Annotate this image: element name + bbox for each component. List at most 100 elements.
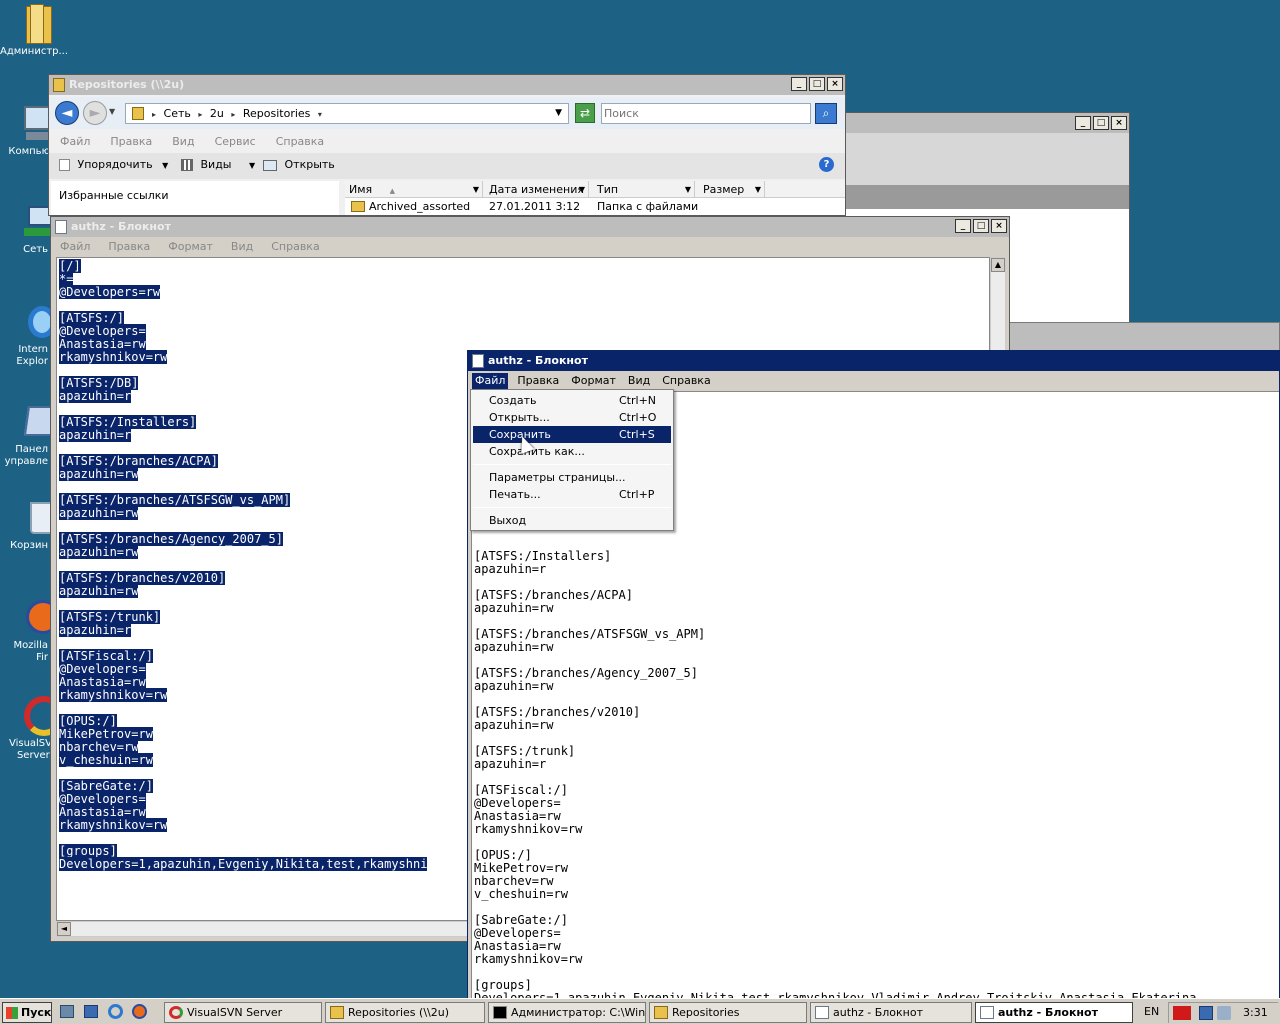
explorer-titlebar[interactable]: Repositories (\\2u) [49,75,845,95]
column-type[interactable]: Тип ▼ [591,181,695,198]
file-menu-item[interactable]: Печать... Ctrl+P [473,486,671,503]
minimize-button[interactable]: _ [955,219,971,233]
start-button[interactable]: Пуск [2,1002,52,1023]
maximize-button[interactable]: □ [1093,116,1109,130]
menu-help[interactable]: Справка [273,134,327,150]
minimize-button[interactable]: _ [1075,116,1091,130]
address-bar[interactable]: ▸ Сеть ▸ 2u ▸ Repositories ▾ ▼ [125,103,569,124]
desktop-icon-admin[interactable]: Администр... [0,4,69,58]
notepad-front-titlebar[interactable]: authz - Блокнот [468,351,1279,371]
breadcrumb-item[interactable]: 2u [210,107,224,120]
folder-icon [330,1006,344,1019]
column-header-row: Имя ▲ ▼ Дата изменения ▼ Тип ▼ Размер ▼ [345,181,845,198]
show-desktop-icon[interactable] [84,1005,98,1018]
notepad-front-menubar: Файл Правка Формат Вид Справка [468,372,1279,390]
close-button[interactable]: × [1111,116,1127,130]
close-button[interactable]: × [991,219,1007,233]
menu-service[interactable]: Сервис [212,134,259,150]
text-line: [ATSFS:/branches/ACPA] [474,588,633,602]
menu-file[interactable]: Файл [57,134,93,150]
text-line: rkamyshnikov=rw [59,350,168,364]
search-button[interactable]: ⌕ [815,103,837,124]
scroll-left-button[interactable]: ◄ [57,922,71,936]
menu-file[interactable]: Файл [57,239,93,255]
text-line: apazuhin=rw [474,601,554,615]
maximize-button[interactable]: □ [809,77,825,91]
notepad-icon [55,220,67,234]
firefox-icon[interactable] [132,1004,147,1019]
menu-edit[interactable]: Правка [105,239,153,255]
text-line: [ATSFS:/branches/ATSFSGW_vs_APM] [474,627,706,641]
file-menu-item[interactable]: Выход [473,512,671,529]
history-dropdown-icon[interactable]: ▼ [109,107,115,116]
breadcrumb-item[interactable]: Сеть [164,107,191,120]
help-icon[interactable]: ? [819,157,834,172]
task-notepad-1[interactable]: authz - Блокнот [810,1002,972,1023]
views-button[interactable]: Виды ▼ [181,158,255,171]
scroll-up-button[interactable]: ▲ [991,258,1005,272]
volume-icon[interactable] [1217,1006,1231,1020]
background-window-2[interactable] [1008,322,1280,352]
task-cmd[interactable]: Администратор: C:\Win... [488,1002,646,1023]
menu-view[interactable]: Вид [625,373,653,389]
notepad-icon [815,1006,829,1019]
text-line: [OPUS:/] [474,848,532,862]
clock[interactable]: 3:31 [1243,1006,1268,1019]
file-menu-item[interactable]: Сохранить Ctrl+S [473,426,671,443]
table-row[interactable]: Archived_assorted 27.01.2011 3:12 Папка … [345,199,845,215]
organize-button[interactable]: Упорядочить ▼ [59,158,168,171]
breadcrumb-item[interactable]: Repositories [243,107,311,120]
internet-explorer-icon[interactable] [108,1004,123,1019]
back-button[interactable]: ◄ [55,101,79,125]
explorer-window[interactable]: Repositories (\\2u) _ □ × ◄ ► ▼ ▸ Сеть ▸… [48,74,846,216]
column-date[interactable]: Дата изменения ▼ [485,181,589,198]
column-dropdown-icon[interactable]: ▼ [579,181,585,198]
menu-format[interactable]: Формат [568,373,619,389]
text-line: rkamyshnikov=rw [59,688,168,702]
column-size[interactable]: Размер ▼ [697,181,765,198]
close-button[interactable]: × [827,77,843,91]
file-menu-item[interactable]: Открыть... Ctrl+O [473,409,671,426]
open-button[interactable]: Открыть [263,158,335,171]
column-dropdown-icon[interactable]: ▼ [685,181,691,198]
notepad-back-titlebar[interactable]: authz - Блокнот [51,217,1009,237]
network-tray-icon[interactable] [1199,1006,1213,1020]
folder-icon [351,201,365,212]
desktop-icon-label: Администр... [0,46,69,57]
computer-icon [12,104,54,144]
windows-logo-icon [6,1007,18,1019]
antivirus-icon[interactable] [1173,1006,1191,1020]
server-manager-icon[interactable] [60,1005,74,1018]
task-repositories[interactable]: Repositories [649,1002,807,1023]
breadcrumb-separator: ▸ [152,110,157,119]
menu-view[interactable]: Вид [169,134,197,150]
network-icon [12,202,54,242]
address-dropdown-icon[interactable]: ▼ [555,104,562,123]
menu-view[interactable]: Вид [228,239,256,255]
text-line: @Developers= [474,926,561,940]
task-visualsvn[interactable]: VisualSVN Server [164,1002,322,1023]
menu-format[interactable]: Формат [165,239,216,255]
menu-help[interactable]: Справка [268,239,322,255]
refresh-button[interactable]: ⇄ [575,103,595,123]
text-line: apazuhin=rw [59,506,139,520]
maximize-button[interactable]: □ [973,219,989,233]
menu-edit[interactable]: Правка [107,134,155,150]
column-dropdown-icon[interactable]: ▼ [473,181,479,198]
menu-help[interactable]: Справка [659,373,713,389]
task-notepad-2[interactable]: authz - Блокнот [975,1002,1133,1023]
menu-file[interactable]: Файл [472,373,509,389]
file-menu-item[interactable]: Создать Ctrl+N [473,392,671,409]
column-name[interactable]: Имя ▲ ▼ [345,181,483,198]
menu-edit[interactable]: Правка [514,373,562,389]
search-input[interactable] [601,103,811,124]
task-repositories-2u[interactable]: Repositories (\\2u) [325,1002,485,1023]
column-dropdown-icon[interactable]: ▼ [755,181,761,198]
breadcrumb-separator: ▸ [198,110,203,119]
minimize-button[interactable]: _ [791,77,807,91]
forward-button[interactable]: ► [83,101,107,125]
language-indicator[interactable]: EN [1144,1005,1159,1018]
file-menu-item[interactable]: Сохранить как... [473,443,671,460]
file-menu-item[interactable]: Параметры страницы... [473,469,671,486]
favorites-header[interactable]: Избранные ссылки [59,189,169,202]
